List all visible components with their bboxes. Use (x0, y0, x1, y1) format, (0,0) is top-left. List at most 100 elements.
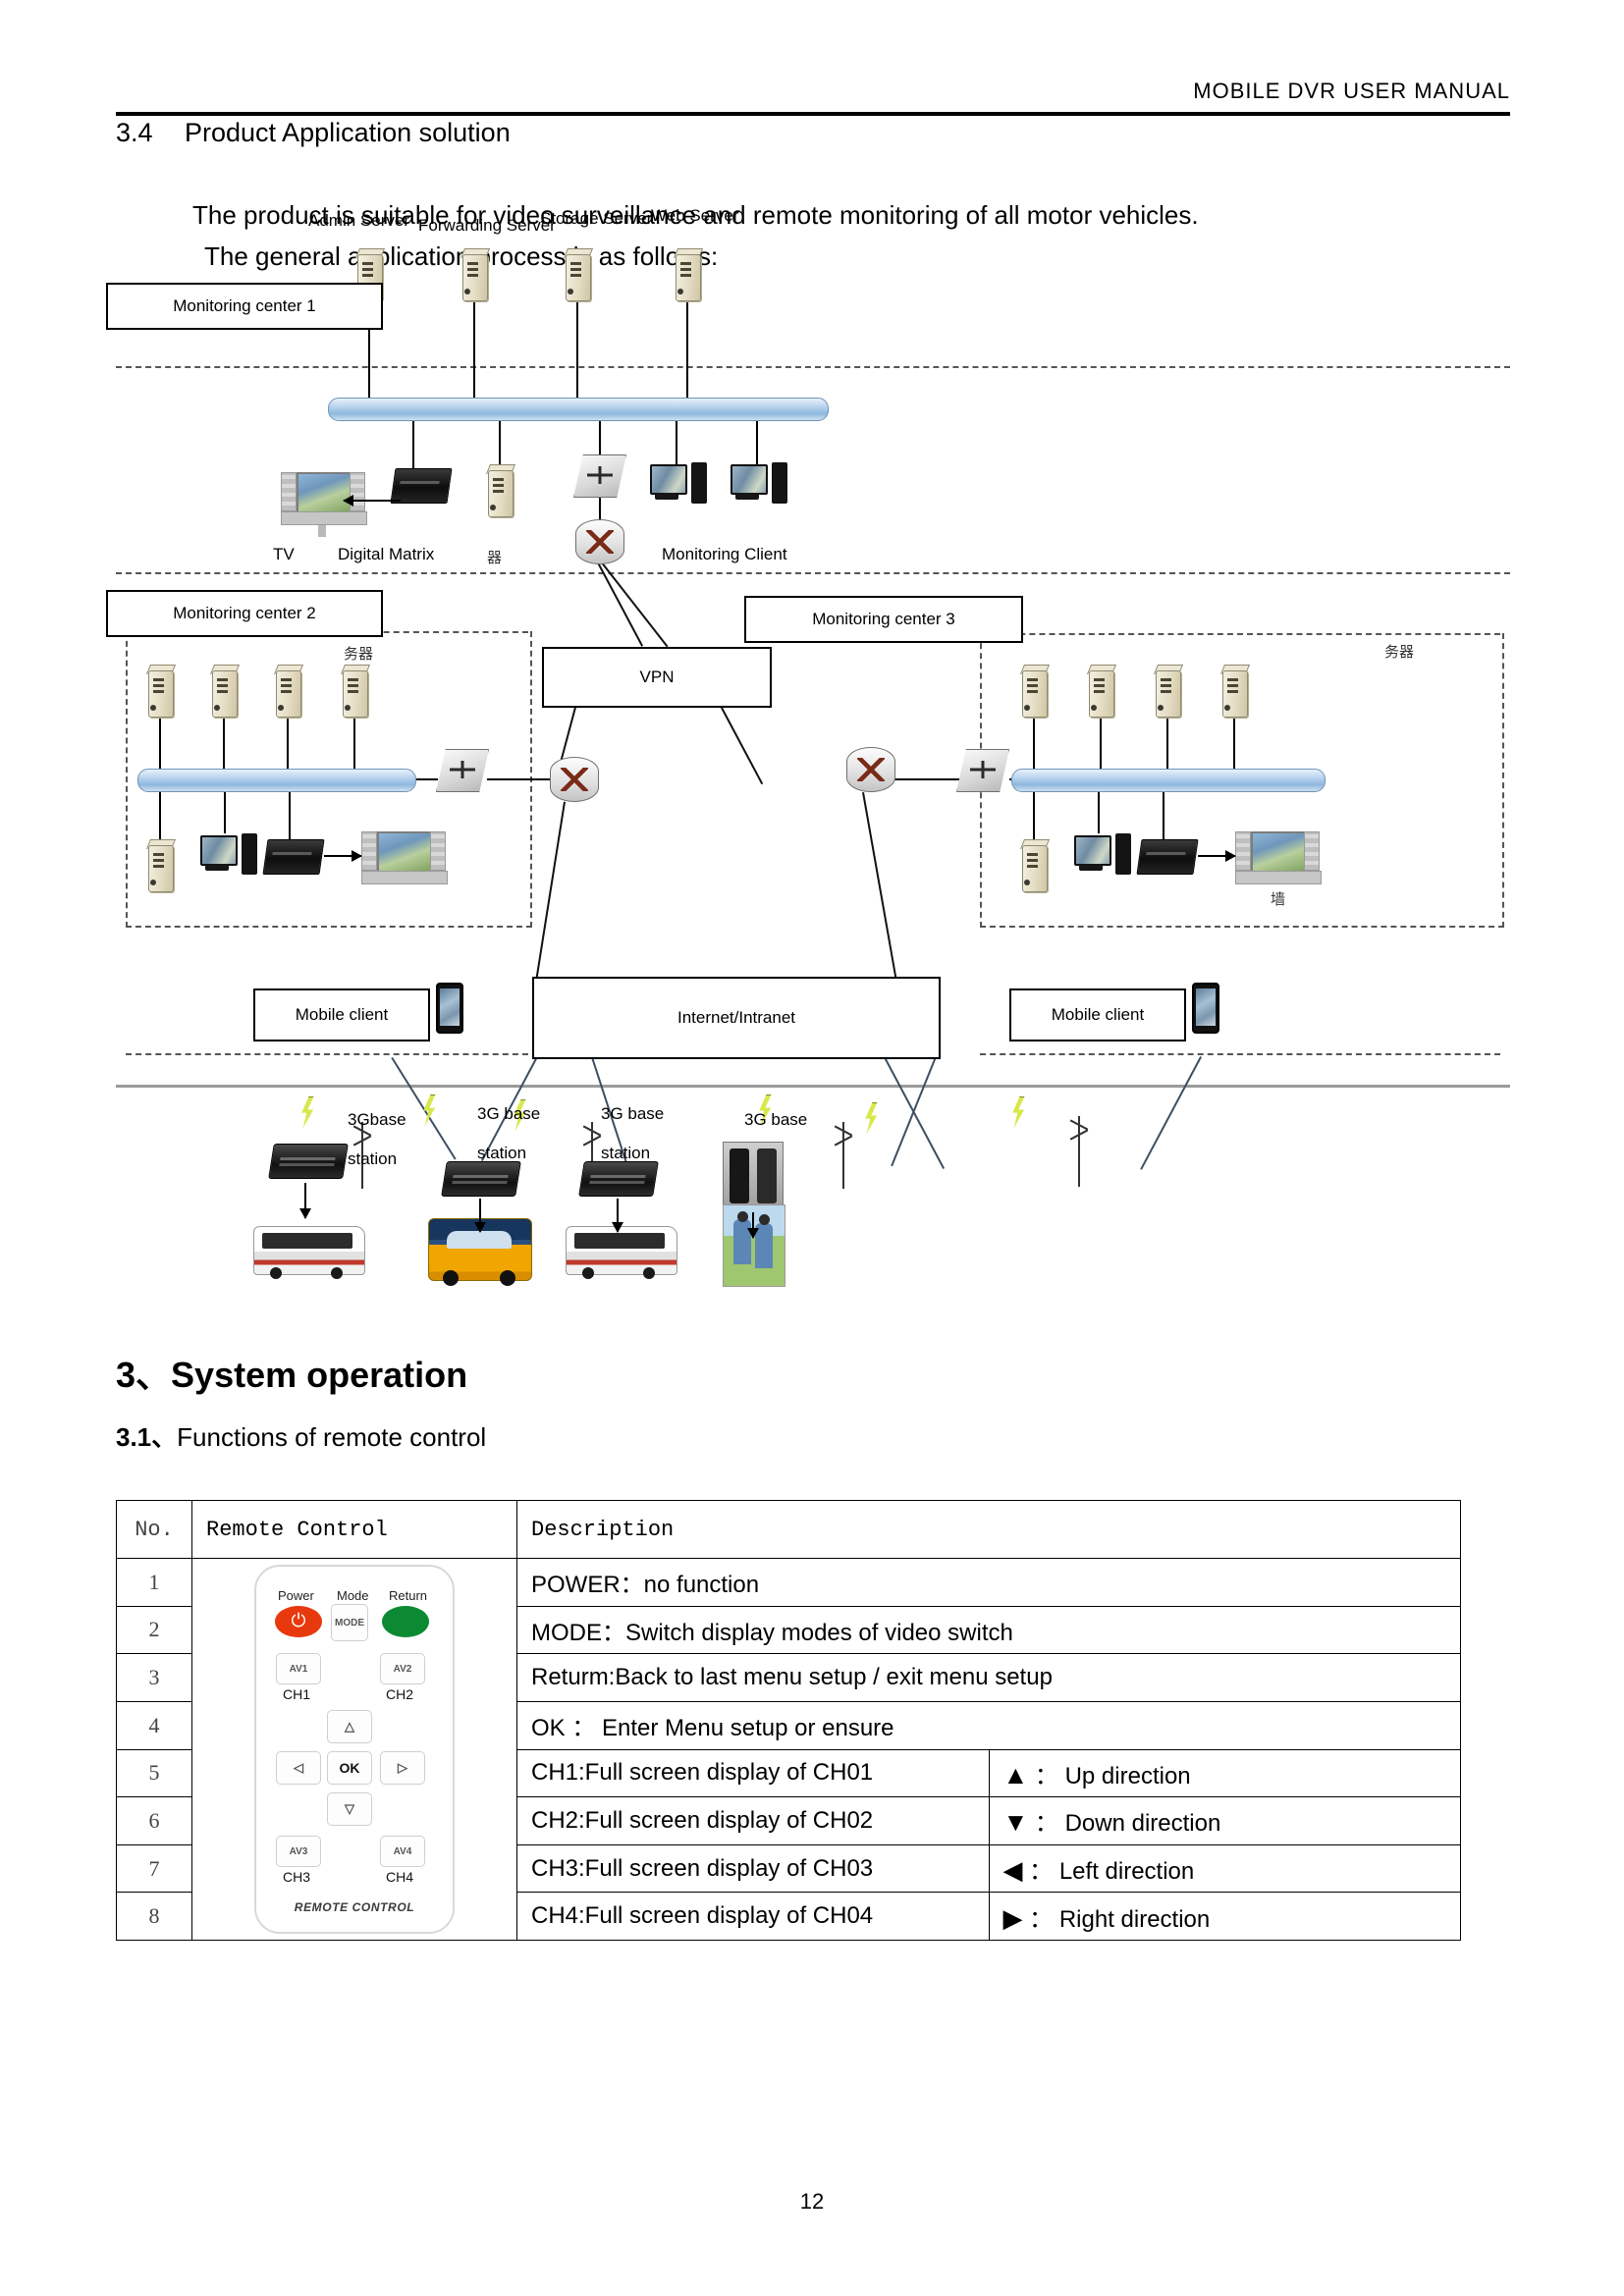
link-c3s2-bus (1100, 718, 1102, 771)
row-number: 2 (116, 1605, 192, 1655)
link-router-switch-c3 (892, 778, 960, 780)
link-bus-switch (599, 419, 601, 456)
server-icon-c3-4 (1219, 665, 1249, 718)
label-cjk-server-left: 务器 (344, 645, 374, 663)
remote-control-image-cell: Power Mode Return MODE AV1 CH1 AV2 CH2 △… (191, 1558, 517, 1941)
row-number: 4 (116, 1700, 192, 1750)
row-direction: ▼ ： Down direction (988, 1796, 1461, 1845)
row-direction-text: ： Down direction (1034, 1810, 1221, 1838)
remote-down-button[interactable]: ▽ (327, 1792, 372, 1826)
box-internet-label: Internet/Intranet (677, 1008, 796, 1027)
row-direction: ▶ ： Right direction (988, 1892, 1461, 1941)
photo-officers (723, 1204, 785, 1287)
box-mobile-client-right-label: Mobile client (1051, 1005, 1145, 1024)
lightning-icon-1 (301, 1096, 314, 1128)
remote-ch2-label: CH2 (386, 1686, 414, 1702)
antenna-mast-4 (1078, 1116, 1080, 1187)
label-digital-matrix: Digital Matrix (338, 545, 435, 563)
column-header-description: Description (516, 1500, 1461, 1559)
row-number: 7 (116, 1843, 192, 1894)
remote-right-button[interactable]: ▷ (380, 1751, 425, 1785)
zone-center3-top (980, 633, 1500, 635)
backbone-bus-top (328, 398, 829, 421)
client-pc-center3 (1074, 833, 1131, 879)
mdvr-unit-2 (441, 1161, 521, 1197)
link-bus-server2 (499, 419, 501, 468)
label-base-station-2-line1: 3G base (477, 1104, 541, 1123)
remote-left-button[interactable]: ◁ (276, 1751, 321, 1785)
label-monitoring-client: Monitoring Client (662, 545, 787, 563)
digital-matrix-icon (390, 468, 453, 504)
arrow-to-bus-1 (299, 1183, 311, 1219)
server-icon-c3-3 (1153, 665, 1182, 718)
box-monitoring-center-2-label: Monitoring center 2 (173, 604, 316, 622)
row-number: 3 (116, 1653, 192, 1702)
smartphone-icon-right (1192, 983, 1219, 1034)
dvr-icon-center3 (1136, 839, 1199, 875)
column-header-no: No. (116, 1500, 192, 1559)
link-bus-c2-server (159, 790, 161, 841)
box-monitoring-center-3: Monitoring center 3 (744, 596, 1023, 643)
remote-up-button[interactable]: △ (327, 1710, 372, 1743)
zone-center3-bottom (980, 1053, 1500, 1055)
arrow-dvr-to-wall-c2 (324, 850, 362, 862)
remote-mode-button[interactable]: MODE (331, 1604, 368, 1641)
row-number: 6 (116, 1796, 192, 1845)
subsection-title: Functions of remote control (177, 1422, 487, 1452)
link-c2s4-bus (353, 718, 355, 771)
dvr-icon-center2 (262, 839, 325, 875)
server-icon-media (485, 464, 514, 517)
label-cjk-wall: 墙 (1271, 890, 1286, 908)
row-direction: ◀ ： Left direction (988, 1843, 1461, 1894)
box-monitoring-center-1: Monitoring center 1 (106, 283, 383, 330)
server-icon-c2-4 (340, 665, 369, 718)
server-icon-storage (563, 248, 592, 301)
label-base-station-3-line1: 3G base (601, 1104, 665, 1123)
box-mobile-client-left-label: Mobile client (295, 1005, 389, 1024)
server-icon-forwarding (460, 248, 489, 301)
link-bus-c3-server (1033, 790, 1035, 841)
remote-av3-button[interactable]: AV3 (276, 1836, 321, 1867)
mdvr-unit-3 (578, 1161, 659, 1197)
page-number: 12 (799, 2189, 825, 2214)
lightning-icon-5 (865, 1102, 878, 1134)
label-forwarding-server: Forwarding Server (418, 216, 556, 235)
router-icon-core (575, 519, 624, 564)
box-mobile-client-right: Mobile client (1009, 988, 1186, 1041)
box-monitoring-center-3-label: Monitoring center 3 (812, 610, 955, 628)
arrow-to-bus-2 (612, 1199, 623, 1233)
link-bus-c3-dvr (1163, 790, 1164, 839)
subsection-separator: 、 (151, 1423, 178, 1453)
link-bus-client2 (756, 419, 758, 464)
section-title: Product Application solution (185, 118, 511, 147)
remote-ch1-label: CH1 (283, 1686, 311, 1702)
remote-control-table: No. Remote Control Description 1 Power M… (116, 1500, 1461, 1941)
column-header-remote: Remote Control (191, 1500, 517, 1559)
link-c3s1-bus (1033, 718, 1035, 771)
link-forwarding-bus (473, 301, 475, 400)
remote-power-button[interactable] (275, 1606, 322, 1637)
row-description: CH3:Full screen display of CH03 (516, 1843, 990, 1894)
link-c3s3-bus (1166, 718, 1168, 771)
link-router-internet-right (862, 792, 900, 994)
remote-ch4-label: CH4 (386, 1869, 414, 1885)
monitoring-client-pc-2 (731, 462, 787, 507)
header-title: MOBILE DVR USER MANUAL (1193, 79, 1510, 103)
link-web-bus (686, 301, 688, 400)
subsection-number: 3.1 (116, 1422, 152, 1452)
label-tv: TV (273, 545, 295, 563)
remote-return-button[interactable] (382, 1606, 429, 1637)
remote-av4-button[interactable]: AV4 (380, 1836, 425, 1867)
down-arrow-icon: ▼ (1002, 1807, 1029, 1838)
box-vpn: VPN (542, 647, 772, 708)
label-base-station-3-line2: station (601, 1144, 651, 1162)
remote-av2-button[interactable]: AV2 (380, 1653, 425, 1684)
radio-link-6 (1140, 1056, 1202, 1170)
remote-ok-button[interactable]: OK (327, 1751, 372, 1785)
remote-ch3-label: CH3 (283, 1869, 311, 1885)
lightning-icon-6 (1012, 1096, 1025, 1128)
video-wall-center3 (1235, 828, 1322, 884)
box-monitoring-center-2: Monitoring center 2 (106, 590, 383, 637)
link-router-internet-left (533, 801, 566, 992)
remote-av1-button[interactable]: AV1 (276, 1653, 321, 1684)
